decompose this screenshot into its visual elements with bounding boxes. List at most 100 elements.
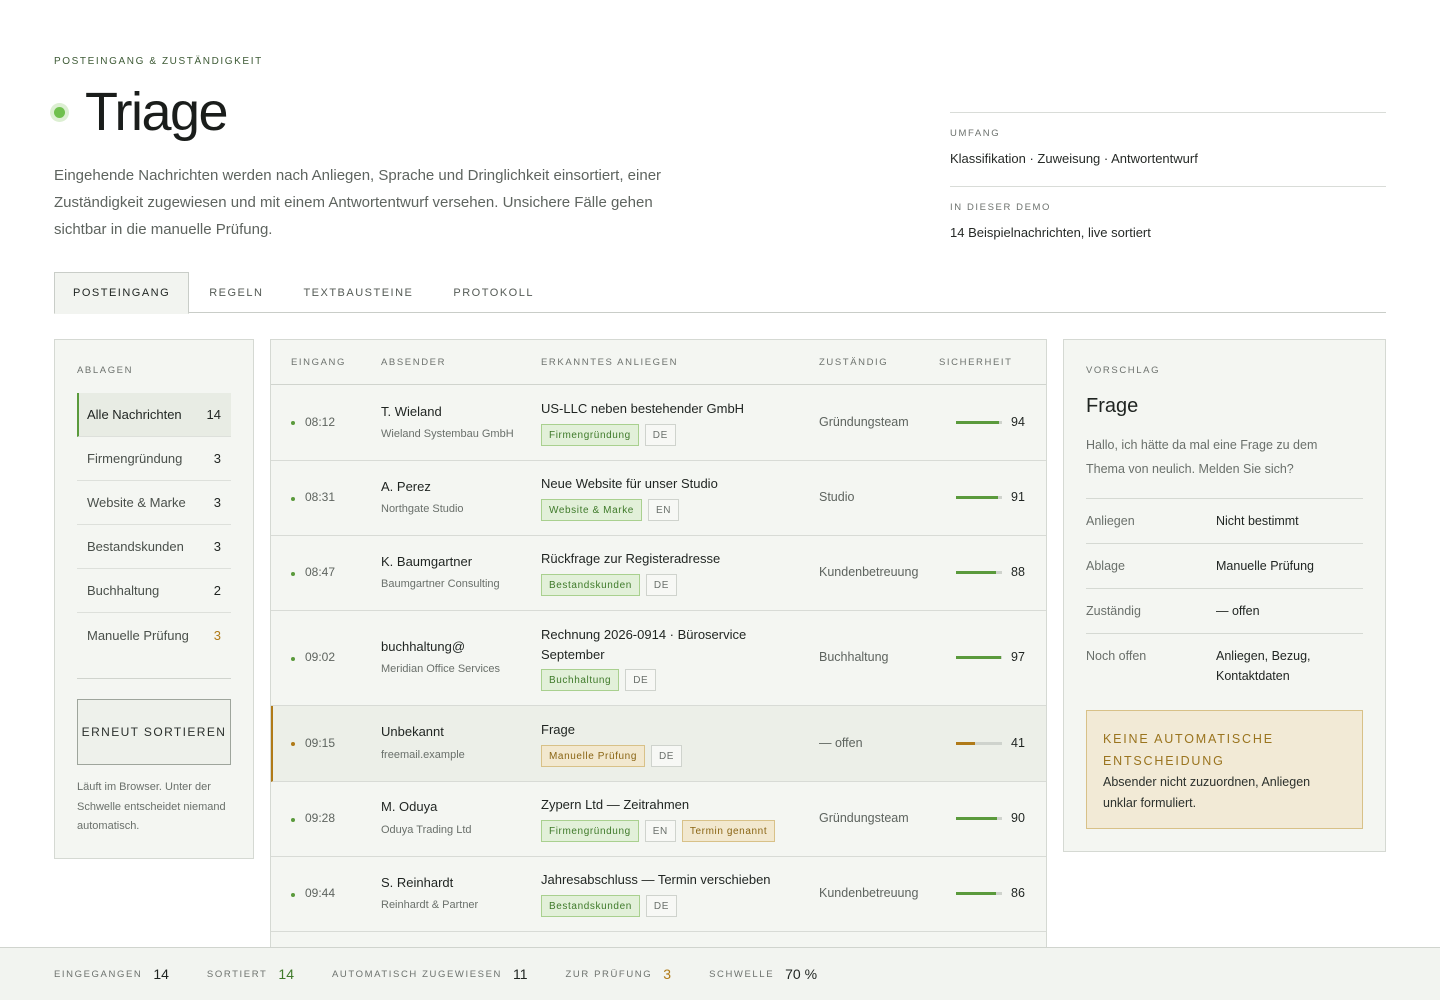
- row-subject: US-LLC neben bestehender GmbH: [541, 401, 745, 416]
- row-time: 09:15: [305, 736, 336, 750]
- sidebar-item-label: Bestandskunden: [87, 539, 184, 554]
- sidebar-item-count: 3: [213, 495, 221, 510]
- detail-key: Zuständig: [1086, 604, 1141, 618]
- category-tag: Firmengründung: [541, 424, 639, 446]
- panel-label: VORSCHLAG: [1086, 365, 1161, 376]
- row-tags: Firmengründung DE: [541, 424, 676, 446]
- column-header-sicherheit: SICHERHEIT: [939, 357, 1013, 368]
- detail-value: — offen: [1216, 604, 1260, 618]
- panel-details: Anliegen Nicht bestimmt Ablage Manuelle …: [1086, 498, 1363, 698]
- status-dot-icon: [291, 657, 295, 661]
- row-tags: Firmengründung EN Termin genannt: [541, 820, 776, 842]
- tab-protokoll[interactable]: PROTOKOLL: [433, 272, 554, 313]
- confidence-fill: [956, 817, 998, 820]
- table-row[interactable]: 08:12 T. Wieland Wieland Systembau GmbH …: [271, 385, 1046, 461]
- table-row[interactable]: 09:28 M. Oduya Oduya Trading Ltd Zypern …: [271, 782, 1046, 857]
- sidebar-item-label: Manuelle Prüfung: [87, 627, 189, 643]
- row-score: 86: [1011, 886, 1025, 900]
- eyebrow: POSTEINGANG & ZUSTÄNDIGKEIT: [54, 56, 263, 67]
- meta-demo-value: 14 Beispielnachrichten, live sortiert: [950, 225, 1151, 240]
- table-row[interactable]: 08:47 K. Baumgartner Baumgartner Consult…: [271, 536, 1046, 611]
- row-subject: Rückfrage zur Registeradresse: [541, 551, 721, 566]
- row-tags: Manuelle Prüfung DE: [541, 745, 683, 767]
- sidebar-item-count: 3: [213, 627, 221, 643]
- tab-textbausteine[interactable]: TEXTBAUSTEINE: [283, 272, 433, 313]
- confidence-fill: [956, 892, 996, 895]
- detail-row-zustaendig: Zuständig — offen: [1086, 588, 1363, 633]
- row-owner: Gründungsteam: [819, 811, 909, 825]
- row-time: 08:47: [305, 565, 336, 579]
- table-row[interactable]: 08:31 A. Perez Northgate Studio Neue Web…: [271, 461, 1046, 536]
- table-row-selected[interactable]: 09:15 Unbekannt freemail.example Frage M…: [271, 706, 1046, 782]
- message-table: EINGANG ABSENDER ERKANNTES ANLIEGEN ZUST…: [270, 339, 1047, 959]
- stat-automatisch: AUTOMATISCH ZUGEWIESEN 11: [332, 966, 528, 982]
- stat-label: SORTIERT: [206, 968, 268, 980]
- tab-regeln[interactable]: REGELN: [189, 272, 283, 313]
- row-tags: Bestandskunden DE: [541, 895, 677, 917]
- row-time: 09:28: [305, 811, 336, 825]
- stat-label: SCHWELLE: [709, 968, 775, 980]
- language-tag: DE: [645, 574, 677, 596]
- category-tag: Website & Marke: [541, 499, 642, 521]
- confidence-bar: [956, 496, 1002, 499]
- status-footer: EINGEGANGEN 14 SORTIERT 14 AUTOMATISCH Z…: [0, 947, 1440, 1000]
- row-owner: Studio: [819, 490, 855, 504]
- folder-list: Alle Nachrichten 14 Firmengründung 3 Web…: [77, 393, 231, 657]
- sidebar-item-website[interactable]: Website & Marke 3: [77, 481, 231, 525]
- detail-value: Anliegen, Bezug, Kontaktdaten: [1216, 649, 1311, 683]
- row-owner: Gründungsteam: [819, 415, 909, 429]
- row-tags: Website & Marke EN: [541, 499, 680, 521]
- row-score: 97: [1011, 650, 1025, 664]
- sidebar-item-firmengruendung[interactable]: Firmengründung 3: [77, 437, 231, 481]
- row-org: Oduya Trading Ltd: [381, 824, 472, 836]
- sidebar-item-count: 2: [213, 583, 221, 598]
- stat-sortiert: SORTIERT 14: [207, 966, 294, 982]
- row-time: 08:31: [305, 490, 336, 504]
- panel-title: Frage: [1086, 395, 1139, 417]
- row-tags: Buchhaltung DE: [541, 669, 657, 691]
- language-tag: DE: [644, 424, 676, 446]
- row-score: 41: [1011, 736, 1025, 750]
- row-sender: A. Perez: [381, 479, 431, 494]
- sidebar-label: ABLAGEN: [77, 365, 134, 376]
- row-sender: S. Reinhardt: [381, 875, 454, 890]
- resort-button[interactable]: ERNEUT SORTIEREN: [77, 699, 231, 765]
- confidence-fill: [956, 656, 1001, 659]
- sidebar-item-manuelle-pruefung[interactable]: Manuelle Prüfung 3: [77, 613, 231, 657]
- detail-value: Manuelle Prüfung: [1216, 559, 1314, 573]
- detail-row-noch-offen: Noch offen Anliegen, Bezug, Kontaktdaten: [1086, 633, 1363, 698]
- folder-sidebar: ABLAGEN Alle Nachrichten 14 Firmengründu…: [54, 339, 254, 859]
- row-owner: Kundenbetreuung: [819, 886, 919, 900]
- row-org: Baumgartner Consulting: [381, 578, 500, 590]
- status-dot-icon: [291, 572, 295, 576]
- row-score: 91: [1011, 490, 1025, 504]
- sidebar-item-buchhaltung[interactable]: Buchhaltung 2: [77, 569, 231, 613]
- confidence-bar: [956, 421, 1002, 424]
- tab-posteingang[interactable]: POSTEINGANG: [54, 272, 190, 314]
- date-tag: Termin genannt: [681, 820, 776, 842]
- row-org: freemail.example: [381, 749, 465, 761]
- sidebar-divider: [77, 678, 231, 679]
- row-sender: M. Oduya: [381, 799, 438, 814]
- table-row[interactable]: 09:02 buchhaltung@ Meridian Office Servi…: [271, 611, 1046, 706]
- table-row[interactable]: 09:44 S. Reinhardt Reinhardt & Partner J…: [271, 857, 1046, 932]
- meta-scope-value: Klassifikation · Zuweisung · Antwortentw…: [950, 151, 1198, 166]
- status-dot-icon: [291, 742, 295, 746]
- row-time: 09:44: [305, 886, 336, 900]
- language-tag: DE: [650, 745, 683, 767]
- sidebar-item-all[interactable]: Alle Nachrichten 14: [77, 393, 231, 437]
- row-score: 88: [1011, 565, 1025, 579]
- row-subject: Neue Website für unser Studio: [541, 476, 718, 491]
- sidebar-item-count: 3: [213, 451, 221, 466]
- row-subject: Rechnung 2026-0914 · Büroservice Septemb…: [541, 627, 747, 662]
- column-header-absender: ABSENDER: [381, 357, 447, 368]
- column-header-eingang: EINGANG: [291, 357, 347, 368]
- stat-value: 14: [153, 966, 169, 982]
- stat-label: AUTOMATISCH ZUGEWIESEN: [332, 968, 502, 980]
- stat-value: 14: [278, 966, 294, 982]
- confidence-fill: [956, 571, 997, 574]
- row-sender: buchhaltung@: [381, 639, 466, 654]
- status-dot-icon: [291, 421, 295, 425]
- row-org: Reinhardt & Partner: [381, 899, 479, 911]
- sidebar-item-bestandskunden[interactable]: Bestandskunden 3: [77, 525, 231, 569]
